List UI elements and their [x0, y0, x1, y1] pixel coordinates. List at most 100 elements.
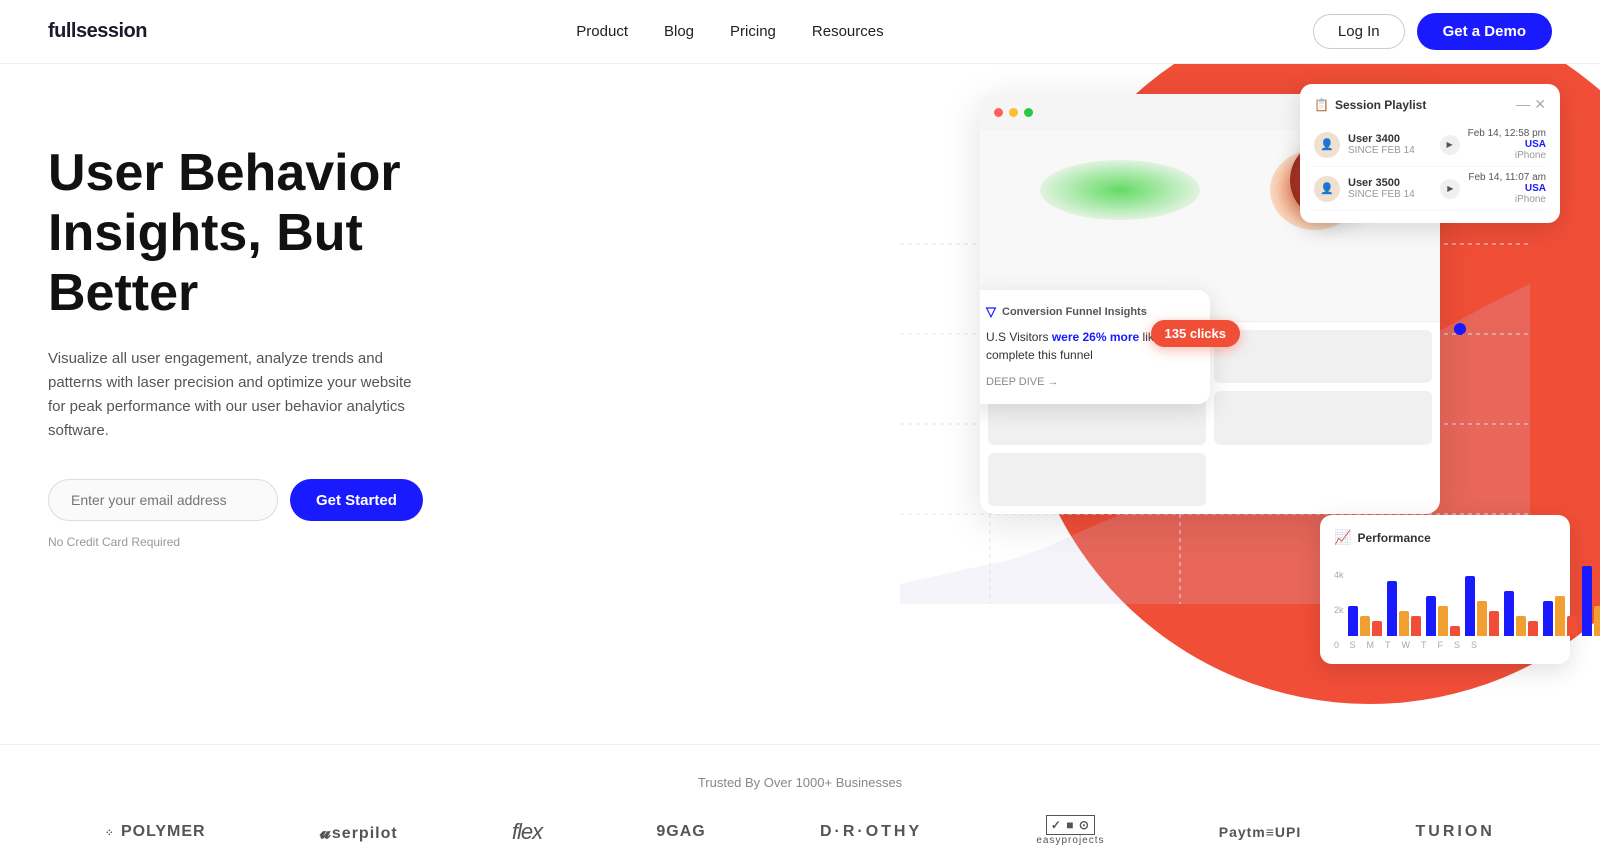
label-s2: S — [1454, 640, 1460, 650]
session-meta-1: Feb 14, 12:58 pm USA iPhone — [1468, 128, 1546, 161]
session-device-1: iPhone — [1468, 150, 1546, 161]
session-country-2: USA — [1468, 183, 1546, 194]
logo-userpilot: 𝓾serpilot — [320, 822, 398, 843]
bar-group-t1 — [1426, 596, 1460, 636]
session-play-2[interactable]: ▶ — [1440, 179, 1460, 199]
perf-header: 📈 Performance — [1334, 529, 1556, 546]
perf-y-2k: 2k — [1334, 605, 1344, 615]
logo-polymer: ⁘ POLYMER — [105, 823, 205, 841]
bar-blue-6 — [1543, 601, 1553, 636]
session-row-1: 👤 User 3400 SINCE FEB 14 ▶ Feb 14, 12:58… — [1314, 123, 1546, 167]
conversion-card: ▽ Conversion Funnel Insights U.S Visitor… — [980, 290, 1210, 404]
no-credit-card-note: No Credit Card Required — [48, 535, 488, 549]
session-close-icon[interactable]: —✕ — [1516, 96, 1546, 113]
deep-dive-link[interactable]: DEEP DIVE → — [986, 376, 1059, 388]
bar-group-f — [1543, 596, 1577, 636]
session-date-2: Feb 14, 11:07 am — [1468, 172, 1546, 183]
hero-description: Visualize all user engagement, analyze t… — [48, 347, 428, 443]
funnel-icon: ▽ — [986, 304, 996, 320]
conversion-title: ▽ Conversion Funnel Insights — [986, 304, 1194, 320]
label-f: F — [1438, 640, 1444, 650]
performance-card: 📈 Performance 4k 2k 0 — [1320, 515, 1570, 664]
session-row-2: 👤 User 3500 SINCE FEB 14 ▶ Feb 14, 11:07… — [1314, 167, 1546, 211]
login-button[interactable]: Log In — [1313, 14, 1405, 49]
browser-dot-red — [994, 108, 1003, 117]
nav-links: Product Blog Pricing Resources — [576, 23, 883, 40]
session-date-1: Feb 14, 12:58 pm — [1468, 128, 1546, 139]
logo-flex: flex — [512, 819, 542, 845]
session-sub-2: SINCE FEB 14 — [1348, 189, 1432, 200]
get-started-button[interactable]: Get Started — [290, 479, 423, 521]
nav-blog[interactable]: Blog — [664, 23, 694, 40]
get-demo-button[interactable]: Get a Demo — [1417, 13, 1552, 50]
browser-dot-green — [1024, 108, 1033, 117]
bar-red-3 — [1450, 626, 1460, 636]
session-info-1: User 3400 SINCE FEB 14 — [1348, 133, 1432, 156]
thumb-5 — [988, 453, 1206, 506]
label-t2: T — [1421, 640, 1427, 650]
thumb-4 — [1214, 391, 1432, 444]
navbar: fullsession Product Blog Pricing Resourc… — [0, 0, 1600, 64]
session-name-2: User 3500 — [1348, 177, 1432, 189]
clicks-badge: 135 clicks — [1151, 320, 1240, 347]
bar-orange-7 — [1594, 606, 1600, 636]
logo-turion: TURION — [1415, 823, 1494, 841]
perf-icon: 📈 — [1334, 529, 1351, 546]
nav-resources[interactable]: Resources — [812, 23, 884, 40]
perf-x-labels: S M T W T F S S — [1348, 640, 1600, 650]
hero-section: User Behavior Insights, But Better Visua… — [0, 64, 1600, 744]
nav-actions: Log In Get a Demo — [1313, 13, 1552, 50]
hero-visuals: ▽ Conversion Funnel Insights U.S Visitor… — [700, 64, 1600, 724]
logos-row: ⁘ POLYMER 𝓾serpilot flex 9GAG D·R·OTHY ✓… — [0, 818, 1600, 846]
label-t1: T — [1385, 640, 1391, 650]
hero-left: User Behavior Insights, But Better Visua… — [48, 134, 488, 549]
bar-group-t2 — [1504, 591, 1538, 636]
logo-dorothy: D·R·OTHY — [820, 823, 922, 841]
bar-red-5 — [1528, 621, 1538, 636]
session-header: 📋 Session Playlist —✕ — [1314, 96, 1546, 113]
session-name-1: User 3400 — [1348, 133, 1432, 145]
bar-orange-5 — [1516, 616, 1526, 636]
bar-blue-1 — [1348, 606, 1358, 636]
bar-group-w — [1465, 576, 1499, 636]
nav-product[interactable]: Product — [576, 23, 628, 40]
session-avatar-2: 👤 — [1314, 176, 1340, 202]
session-avatar-1: 👤 — [1314, 132, 1340, 158]
logo-paytm: Paytm≡UPI — [1219, 824, 1302, 840]
bar-group-m — [1387, 581, 1421, 636]
bar-red-6 — [1567, 616, 1577, 636]
bar-blue-7 — [1582, 566, 1592, 636]
bar-group-s1 — [1348, 606, 1382, 636]
bar-blue-4 — [1465, 576, 1475, 636]
session-info-2: User 3500 SINCE FEB 14 — [1348, 177, 1432, 200]
email-input[interactable] — [48, 479, 278, 521]
session-play-1[interactable]: ▶ — [1440, 135, 1460, 155]
logo-easyprojects: ✓ ■ ⊙ easyprojects — [1036, 818, 1104, 846]
bar-red-2 — [1411, 616, 1421, 636]
bar-orange-2 — [1399, 611, 1409, 636]
perf-y-axis: 4k 2k 0 — [1334, 570, 1344, 650]
hero-form: Get Started — [48, 479, 488, 521]
bar-blue-3 — [1426, 596, 1436, 636]
perf-y-4k: 4k — [1334, 570, 1344, 580]
perf-y-0: 0 — [1334, 640, 1344, 650]
trusted-label: Trusted By Over 1000+ Businesses — [0, 775, 1600, 790]
nav-pricing[interactable]: Pricing — [730, 23, 776, 40]
browser-dot-yellow — [1009, 108, 1018, 117]
session-device-2: iPhone — [1468, 194, 1546, 205]
bar-red-4 — [1489, 611, 1499, 636]
session-country-1: USA — [1468, 139, 1546, 150]
logo-9gag: 9GAG — [656, 823, 705, 841]
bar-orange-1 — [1360, 616, 1370, 636]
bar-orange-3 — [1438, 606, 1448, 636]
perf-title: Performance — [1357, 531, 1430, 545]
thumb-2 — [1214, 330, 1432, 383]
bar-group-s2 — [1582, 566, 1600, 636]
perf-chart — [1348, 556, 1600, 636]
trusted-section: Trusted By Over 1000+ Businesses ⁘ POLYM… — [0, 744, 1600, 866]
bar-blue-5 — [1504, 591, 1514, 636]
session-playlist-card: 📋 Session Playlist —✕ 👤 User 3400 SINCE … — [1300, 84, 1560, 223]
label-s3: S — [1471, 640, 1477, 650]
bar-orange-4 — [1477, 601, 1487, 636]
session-sub-1: SINCE FEB 14 — [1348, 145, 1432, 156]
